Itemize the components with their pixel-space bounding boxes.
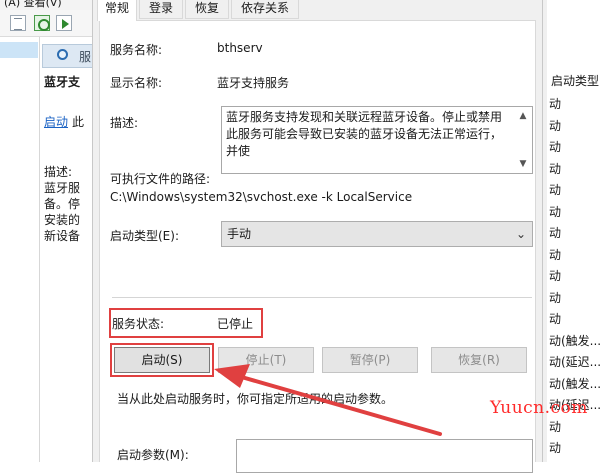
list-item-startup-type[interactable]: 动(延迟... xyxy=(549,354,600,370)
tree-node-services[interactable] xyxy=(0,42,38,58)
start-button[interactable]: 启动(S) xyxy=(114,347,210,373)
start-service-link[interactable]: 启动 xyxy=(44,114,68,130)
export-icon[interactable] xyxy=(56,15,72,31)
general-tab-panel: 服务名称: bthserv 显示名称: 蓝牙支持服务 描述: 蓝牙服务支持发现和… xyxy=(99,20,536,473)
list-item-startup-type[interactable]: 动 xyxy=(549,161,561,177)
list-item-startup-type[interactable]: 动 xyxy=(549,204,561,220)
exe-path-label: 可执行文件的路径: xyxy=(110,172,211,186)
dialog-edge xyxy=(543,0,547,462)
service-status-value: 已停止 xyxy=(217,317,254,331)
startup-type-label: 启动类型(E): xyxy=(110,229,179,243)
stop-button[interactable]: 停止(T) xyxy=(218,347,314,373)
panel-desc-line: 备。停 xyxy=(44,197,81,211)
list-item-startup-type[interactable]: 动 xyxy=(549,182,561,198)
panel-desc-line: 蓝牙服 xyxy=(44,181,81,195)
properties-icon[interactable] xyxy=(10,15,26,31)
list-item-startup-type[interactable]: 动 xyxy=(549,118,561,134)
list-item-startup-type[interactable]: 动 xyxy=(549,311,561,327)
chevron-down-icon: ⌄ xyxy=(515,227,526,241)
exe-path-value: C:\Windows\system32\svchost.exe -k Local… xyxy=(110,190,413,204)
dialog-tabs: 常规 登录 恢复 依存关系 xyxy=(93,0,544,21)
start-params-label: 启动参数(M): xyxy=(117,448,189,462)
tab-general[interactable]: 常规 xyxy=(97,0,137,21)
services-console-left: (A) 查看(V) 服 蓝牙支 启动 此 描述: 蓝牙服 备。停 安装的 新设备 xyxy=(0,0,100,462)
start-params-hint: 当从此处启动服务时，你可指定所适用的启动参数。 xyxy=(117,392,394,406)
scroll-down-icon[interactable]: ▼ xyxy=(514,155,532,173)
resume-button[interactable]: 恢复(R) xyxy=(431,347,527,373)
menu-bar: (A) 查看(V) xyxy=(0,0,100,10)
description-scrollbar[interactable]: ▲ ▼ xyxy=(514,107,532,173)
toolbar xyxy=(0,10,100,37)
panel-desc-line: 新设备 xyxy=(44,229,81,243)
list-item-startup-type[interactable]: 动(触发... xyxy=(549,376,600,392)
console-tree xyxy=(0,37,40,462)
list-item-startup-type[interactable]: 动 xyxy=(549,419,561,435)
tab-recovery[interactable]: 恢复 xyxy=(185,0,229,19)
list-item-startup-type[interactable]: 动 xyxy=(549,290,561,306)
services-header-label: 服 xyxy=(79,50,92,64)
list-item-startup-type[interactable]: 动 xyxy=(549,268,561,284)
tab-logon[interactable]: 登录 xyxy=(139,0,183,19)
list-item-startup-type[interactable]: 动(触发... xyxy=(549,333,600,349)
startup-type-select[interactable]: 手动 ⌄ xyxy=(221,221,533,247)
section-divider xyxy=(112,297,532,298)
display-name-value: 蓝牙支持服务 xyxy=(217,76,290,90)
service-name-label: 服务名称: xyxy=(110,43,163,57)
start-params-input[interactable] xyxy=(236,439,533,473)
watermark: Yuucn.com xyxy=(490,398,588,418)
display-name-label: 显示名称: xyxy=(110,76,163,90)
panel-service-title: 蓝牙支 xyxy=(44,75,81,89)
description-text: 蓝牙服务支持发现和关联远程蓝牙设备。停止或禁用此服务可能会导致已安装的蓝牙设备无… xyxy=(226,110,503,158)
service-name-value: bthserv xyxy=(217,41,263,55)
pause-button[interactable]: 暂停(P) xyxy=(322,347,418,373)
start-service-link-suffix: 此 xyxy=(72,115,85,129)
scroll-up-icon[interactable]: ▲ xyxy=(514,107,532,125)
services-list-right: 启动类型 动动动动动动动动动动动动(触发... 动(延迟... 动(触发... 动(延… xyxy=(543,0,600,462)
list-item-startup-type[interactable]: 动 xyxy=(549,440,561,456)
list-item-startup-type[interactable]: 动 xyxy=(549,96,561,112)
tab-dependencies[interactable]: 依存关系 xyxy=(231,0,299,19)
search-icon xyxy=(57,49,68,60)
startup-type-value: 手动 xyxy=(227,227,252,241)
list-item-startup-type[interactable]: 动 xyxy=(549,139,561,155)
service-properties-dialog: 常规 登录 恢复 依存关系 服务名称: bthserv 显示名称: 蓝牙支持服务… xyxy=(92,0,544,473)
menu-fragment[interactable]: (A) 查看(V) xyxy=(4,0,62,8)
service-status-label: 服务状态: xyxy=(112,317,165,331)
panel-desc-line: 安装的 xyxy=(44,213,81,227)
list-item-startup-type[interactable]: 动 xyxy=(549,247,561,263)
panel-desc-label: 描述: xyxy=(44,165,73,179)
list-item-startup-type[interactable]: 动 xyxy=(549,225,561,241)
column-header-startup-type[interactable]: 启动类型 xyxy=(551,72,600,90)
description-textbox[interactable]: 蓝牙服务支持发现和关联远程蓝牙设备。停止或禁用此服务可能会导致已安装的蓝牙设备无… xyxy=(221,106,533,174)
refresh-icon[interactable] xyxy=(34,15,50,31)
description-label: 描述: xyxy=(110,116,139,130)
